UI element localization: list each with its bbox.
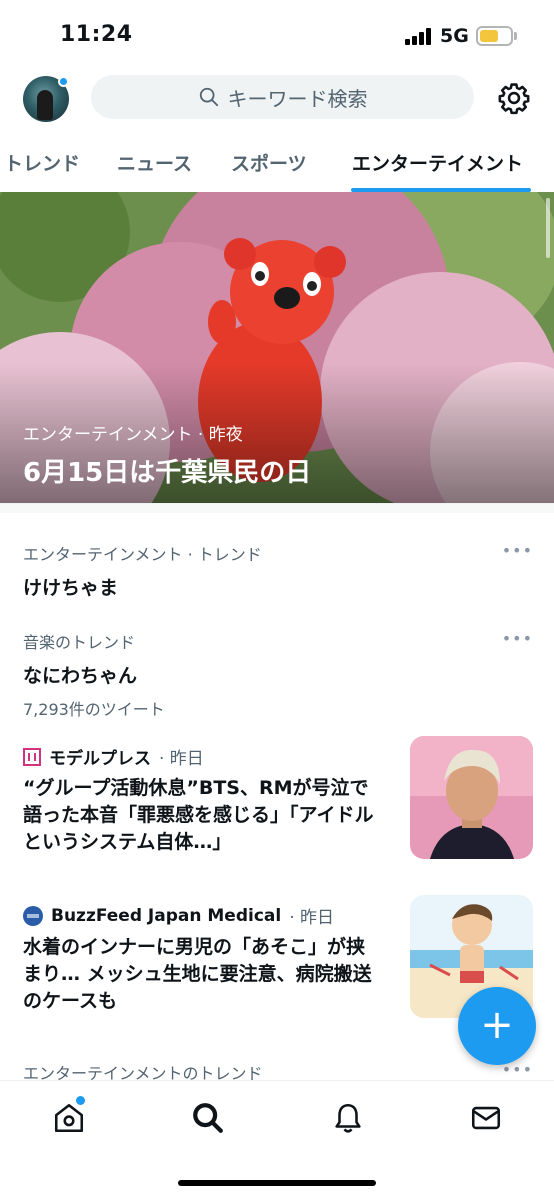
hero-meta: エンターテインメント · 昨夜 — [23, 425, 243, 445]
home-indicator — [178, 1180, 376, 1186]
trend-meta: エンターテインメント · トレンド — [23, 545, 262, 564]
tab-trends[interactable]: トレンド — [4, 149, 80, 176]
trend-title: なにわちゃん — [23, 665, 138, 687]
notification-dot — [58, 76, 69, 87]
trend-item[interactable]: エンターテインメント · トレンド けけちゃま ••• — [23, 541, 533, 600]
signal-icon — [405, 28, 433, 45]
battery-icon — [476, 26, 513, 46]
more-icon[interactable]: ••• — [502, 629, 533, 648]
news-time: · 昨日 — [159, 749, 204, 769]
trend-item[interactable]: 音楽のトレンド なにわちゃん 7,293件のツイート ••• — [23, 629, 533, 720]
source-logo-icon — [23, 905, 43, 926]
search-icon — [199, 87, 218, 107]
home-icon[interactable] — [52, 1101, 86, 1135]
scroll-indicator — [546, 198, 550, 258]
status-bar: 11:24 5G — [0, 0, 554, 62]
news-title: “グループ活動休息”BTS、RMが号泣で語った本音「罪悪感を感じる」「アイドルと… — [23, 777, 374, 853]
news-item[interactable]: BuzzFeed Japan Medical · 昨日 水着のインナーに男児の「… — [23, 895, 533, 1018]
status-time: 11:24 — [60, 22, 133, 47]
header: キーワード検索 — [0, 62, 554, 132]
tweet-count: 7,293件のツイート — [23, 700, 165, 719]
search-nav-icon[interactable] — [191, 1101, 225, 1135]
gear-icon[interactable] — [497, 81, 531, 115]
hero-title: 6月15日は千葉県民の日 — [23, 458, 312, 488]
more-icon[interactable]: ••• — [502, 541, 533, 560]
news-time: · 昨日 — [289, 908, 335, 928]
source-name: モデルプレス — [49, 749, 151, 769]
news-thumbnail — [410, 736, 533, 859]
search-input[interactable]: キーワード検索 — [91, 75, 474, 119]
hero-card[interactable]: エンターテインメント · 昨夜 6月15日は千葉県民の日 — [0, 192, 554, 503]
source-logo-icon — [23, 747, 41, 766]
search-placeholder: キーワード検索 — [227, 86, 368, 111]
explore-tabs: トレンド ニュース スポーツ エンターテイメント — [0, 132, 554, 192]
trend-meta: 音楽のトレンド — [23, 633, 136, 652]
news-title: 水着のインナーに男児の「あそこ」が挟まり… メッシュ生地に要注意、病院搬送のケー… — [23, 936, 372, 1012]
compose-button[interactable]: + — [458, 987, 536, 1065]
mail-icon[interactable] — [469, 1101, 503, 1135]
tab-news[interactable]: ニュース — [117, 149, 192, 176]
news-item[interactable]: モデルプレス · 昨日 “グループ活動休息”BTS、RMが号泣で語った本音「罪悪… — [23, 736, 533, 859]
network-label: 5G — [440, 25, 469, 47]
trend-title: けけちゃま — [23, 577, 119, 599]
home-notification-dot — [76, 1096, 85, 1105]
source-name: BuzzFeed Japan Medical — [51, 905, 282, 926]
tab-entertainment[interactable]: エンターテイメント — [352, 149, 523, 176]
bell-icon[interactable] — [331, 1101, 365, 1135]
section-divider — [0, 503, 554, 513]
tab-sports[interactable]: スポーツ — [231, 149, 307, 176]
